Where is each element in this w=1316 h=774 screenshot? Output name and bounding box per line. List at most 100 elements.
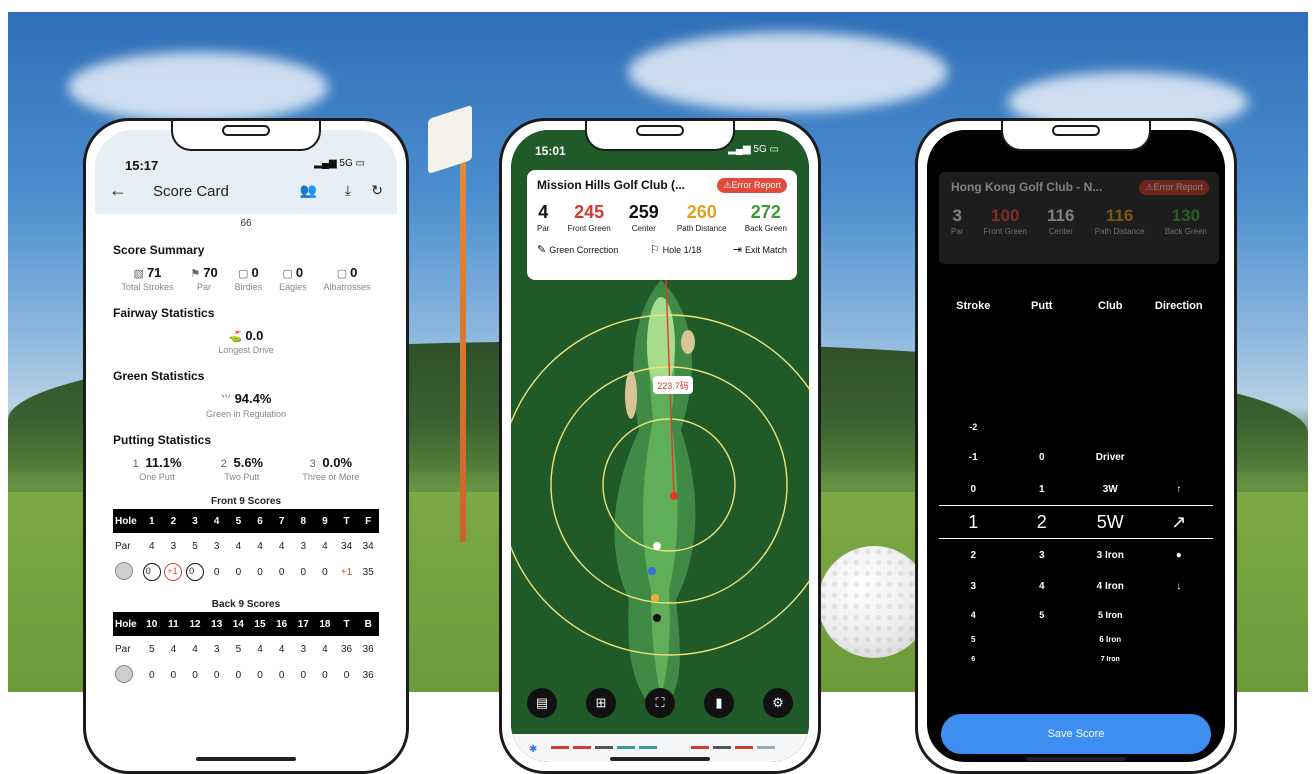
par-cell: Par	[115, 643, 131, 655]
download-icon[interactable]: ⤓	[345, 182, 351, 199]
column-putt: Putt	[1031, 300, 1053, 312]
map-toolbar: ▤ ⊞ ⛶ ▮ ⚙	[527, 688, 793, 718]
score-cell: 0	[213, 566, 220, 578]
score-cell: 0	[300, 669, 307, 681]
stat-two-putt: 2 5.6% Two Putt	[221, 455, 263, 482]
picker-row[interactable]: 6 7 Iron	[939, 650, 1213, 668]
picker-row[interactable]: 0 1 3W ↑	[939, 473, 1213, 505]
status-time: 15:01	[535, 144, 566, 158]
header-cell: 17	[297, 618, 309, 630]
picker-row[interactable]: 2 3 3 Iron ●	[939, 539, 1213, 571]
phone-notch	[171, 121, 321, 151]
grid-icon[interactable]: ⊞	[586, 688, 616, 718]
par-cell: 34	[340, 540, 353, 552]
stat-longest-drive: ⛳ 0.0 Longest Drive	[218, 328, 274, 355]
header-cell: 11	[168, 618, 179, 630]
document-icon[interactable]: ▤	[527, 688, 557, 718]
distance-value: 116	[1047, 206, 1075, 225]
stat-label: One Putt	[139, 472, 175, 482]
score-card-content: 66 Score Summary ▧ 71 Total Strokes ⚑ 70 P…	[95, 214, 397, 762]
two-box-icon: ▢	[282, 268, 293, 280]
header-cell: 16	[276, 618, 288, 630]
stat-label: Birdies	[234, 282, 263, 292]
par-cell: 3	[170, 540, 177, 552]
status-network: ▂▄▆ 5G ▭	[314, 158, 365, 169]
error-report-button[interactable]: ⚠Error Report	[1139, 180, 1209, 195]
home-indicator[interactable]	[196, 757, 296, 761]
hole-selector[interactable]: ⚐ Hole 1/18	[650, 243, 701, 256]
settings-icon[interactable]: ⚙	[763, 688, 793, 718]
flag-icon: ⚐	[649, 244, 660, 256]
header-cell: 15	[254, 618, 266, 630]
back9-header: Hole 10 11 12 13 14 15 16 17 18 T B	[113, 612, 379, 636]
stat-value: 5.6%	[233, 455, 264, 470]
picker-row[interactable]: -1 0 Driver	[939, 442, 1213, 473]
picker-cell: 4	[1038, 580, 1045, 592]
score-cell: +1	[163, 563, 185, 581]
focus-icon[interactable]: ⛶	[645, 688, 675, 718]
picker-cell: ↓	[1176, 580, 1182, 592]
picker-cell: 0	[970, 483, 977, 495]
par-cell: 5	[149, 643, 155, 655]
refresh-icon[interactable]: ↻	[371, 182, 383, 199]
par-cell: 4	[149, 540, 155, 552]
picker-row[interactable]: 4 5 5 Iron	[939, 601, 1213, 628]
phone-score-entry: Hong Kong Golf Club - N... ⚠Error Report…	[915, 118, 1237, 774]
golf-ball	[818, 546, 930, 658]
people-icon[interactable]: 👥	[300, 182, 317, 199]
stat-gir: ⺌ 94.4% Green in Regulation	[206, 391, 286, 419]
picker-row[interactable]: 3 4 4 Iron ↓	[939, 571, 1213, 601]
par-cell: 36	[362, 643, 374, 655]
exit-icon: ⇥	[732, 244, 742, 256]
picker-row[interactable]: -2	[939, 412, 1213, 442]
score-cell: 0	[170, 669, 177, 681]
picker-cell: Driver	[1095, 452, 1125, 463]
green-title: Green Statistics	[113, 369, 205, 383]
distance-item: 245 Front Green	[568, 202, 611, 233]
par-cell: 4	[322, 643, 328, 655]
stat-label: Two Putt	[224, 472, 260, 482]
distance-label: Center	[631, 224, 656, 233]
home-indicator[interactable]	[610, 757, 710, 761]
distance-value: 4	[538, 202, 549, 222]
svg-text:✱: ✱	[529, 744, 537, 755]
picker-cell: 0	[1038, 452, 1045, 463]
back-arrow-icon[interactable]: ←	[109, 180, 127, 201]
green-correction-button[interactable]: ✎ Green Correction	[537, 243, 618, 256]
hole-info-card-dimmed: Hong Kong Golf Club - N... ⚠Error Report…	[939, 172, 1219, 264]
chart-icon: ▧	[133, 268, 144, 280]
stat-value: 0	[295, 265, 304, 280]
fairway-title: Fairway Statistics	[113, 306, 215, 320]
score-entry-screen: Hong Kong Golf Club - N... ⚠Error Report…	[927, 130, 1225, 762]
header-cell: 4	[213, 515, 220, 527]
distance-item: 3 Par	[951, 206, 963, 236]
picker-cell: 3 Iron	[1096, 549, 1124, 561]
player-avatar	[115, 561, 133, 580]
exit-label: Exit Match	[744, 245, 787, 255]
distance-value: 259	[628, 202, 659, 222]
score-cell: 0	[343, 669, 350, 681]
exit-match-button[interactable]: ⇥ Exit Match	[733, 243, 787, 256]
distance-item: 260 Path Distance	[677, 202, 727, 233]
status-network: ▂▄▆ 5G ▭	[728, 144, 779, 155]
badge-three-icon: 3	[309, 458, 316, 470]
header-cell: 12	[189, 618, 201, 630]
stat-value: 0.0	[245, 328, 264, 343]
picker-cell: 3W	[1102, 483, 1118, 495]
stat-label: Eagles	[279, 282, 307, 292]
error-report-button[interactable]: ⚠Error Report	[717, 178, 787, 193]
score-summary-title: Score Summary	[113, 243, 205, 257]
back9-par-row: Par 5 4 4 3 5 4 4 3 4 36 36	[113, 636, 379, 662]
save-score-button[interactable]: Save Score	[941, 714, 1211, 754]
stat-label: Albatrosses	[323, 282, 371, 292]
cloud	[68, 52, 328, 122]
page-title: Score Card	[153, 183, 229, 200]
map-icon[interactable]: ▮	[704, 688, 734, 718]
distance-item: 4 Par	[537, 202, 549, 233]
distance-item: 116 Center	[1047, 206, 1074, 236]
picker-row-selected[interactable]: 1 2 5W ↗	[939, 505, 1213, 539]
picker-row[interactable]: 5 6 Iron	[939, 628, 1213, 650]
stat-par: ⚑ 70 Par	[190, 265, 217, 292]
score-picker[interactable]: -2 -1 0 Driver 0 1 3W ↑ 1 2 5W ↗ 2 3 3 Iron ● 3 4 4 Iron ↓ 4…	[939, 412, 1213, 668]
home-indicator[interactable]	[1026, 757, 1126, 761]
